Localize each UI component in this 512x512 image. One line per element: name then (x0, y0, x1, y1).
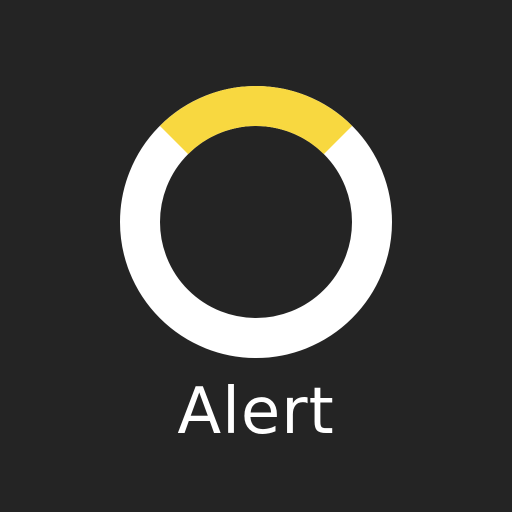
ring-accent-arc (159, 86, 353, 155)
app-label: Alert (177, 375, 335, 449)
app-icon-tile[interactable]: Alert (0, 0, 512, 512)
